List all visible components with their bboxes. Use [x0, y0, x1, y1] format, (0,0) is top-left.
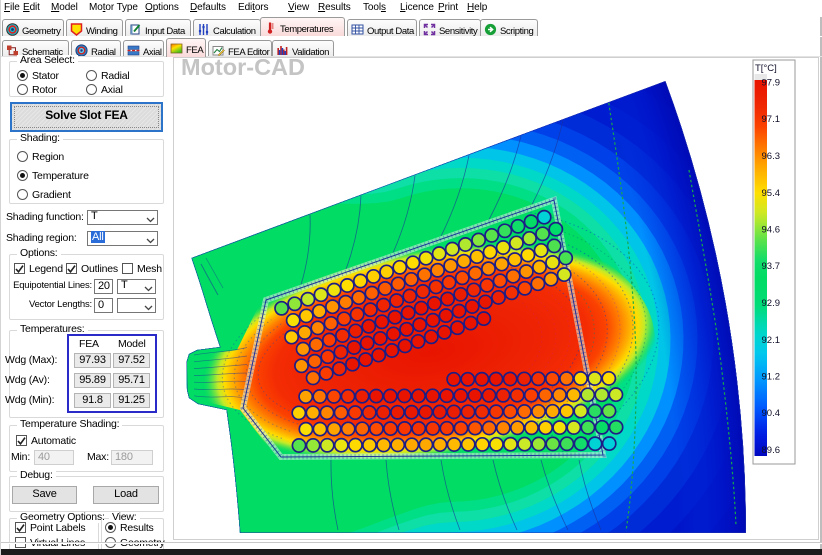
svg-text:95.4: 95.4 [762, 188, 781, 199]
svg-text:92.1: 92.1 [762, 335, 781, 346]
svg-text:90.4: 90.4 [762, 408, 781, 419]
svg-text:Motor-CAD: Motor-CAD [181, 57, 305, 80]
svg-text:94.6: 94.6 [762, 225, 781, 236]
svg-text:89.6: 89.6 [762, 445, 781, 456]
svg-text:97.1: 97.1 [762, 114, 781, 125]
svg-text:92.9: 92.9 [762, 298, 781, 309]
svg-text:96.3: 96.3 [762, 151, 781, 162]
svg-text:91.2: 91.2 [762, 372, 781, 383]
svg-text:T[°C]: T[°C] [755, 63, 777, 74]
svg-text:97.9: 97.9 [762, 78, 781, 89]
svg-text:93.7: 93.7 [762, 261, 781, 272]
